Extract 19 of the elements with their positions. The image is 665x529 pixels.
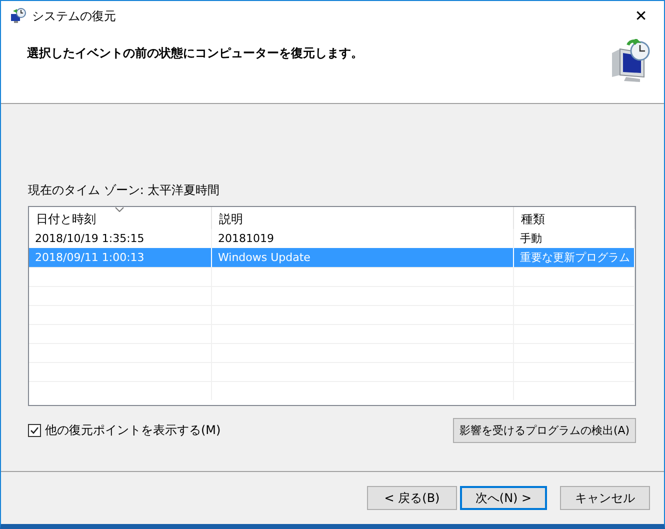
close-button[interactable]: ✕	[618, 1, 664, 31]
back-button[interactable]: < 戻る(B)	[367, 486, 457, 510]
column-header[interactable]: 日付と時刻	[29, 207, 212, 229]
instruction-text: 選択したイベントの前の状態にコンピューターを復元します。	[27, 45, 363, 62]
table-cell: Windows Update	[212, 248, 514, 267]
column-header[interactable]: 説明	[212, 207, 514, 229]
scan-button[interactable]: 影響を受けるプログラムの検出(A)	[453, 418, 636, 443]
system-restore-icon	[10, 8, 26, 24]
table-cell: 重要な更新プログラム	[514, 248, 635, 267]
column-header[interactable]: 種類	[514, 207, 635, 229]
checkbox[interactable]	[28, 424, 41, 437]
cancel-button[interactable]: キャンセル	[560, 486, 650, 510]
table-cell: 2018/09/11 1:00:13	[29, 248, 212, 267]
computer-clock-icon	[610, 39, 650, 83]
timezone-label: 現在のタイム ゾーン: 太平洋夏時間	[28, 182, 221, 196]
checkbox-label: 他の復元ポイントを表示する(M)	[45, 422, 221, 439]
sort-caret-icon	[115, 207, 124, 212]
next-button[interactable]: 次へ(N) >	[460, 486, 547, 510]
window-title: システムの復元	[32, 8, 117, 24]
